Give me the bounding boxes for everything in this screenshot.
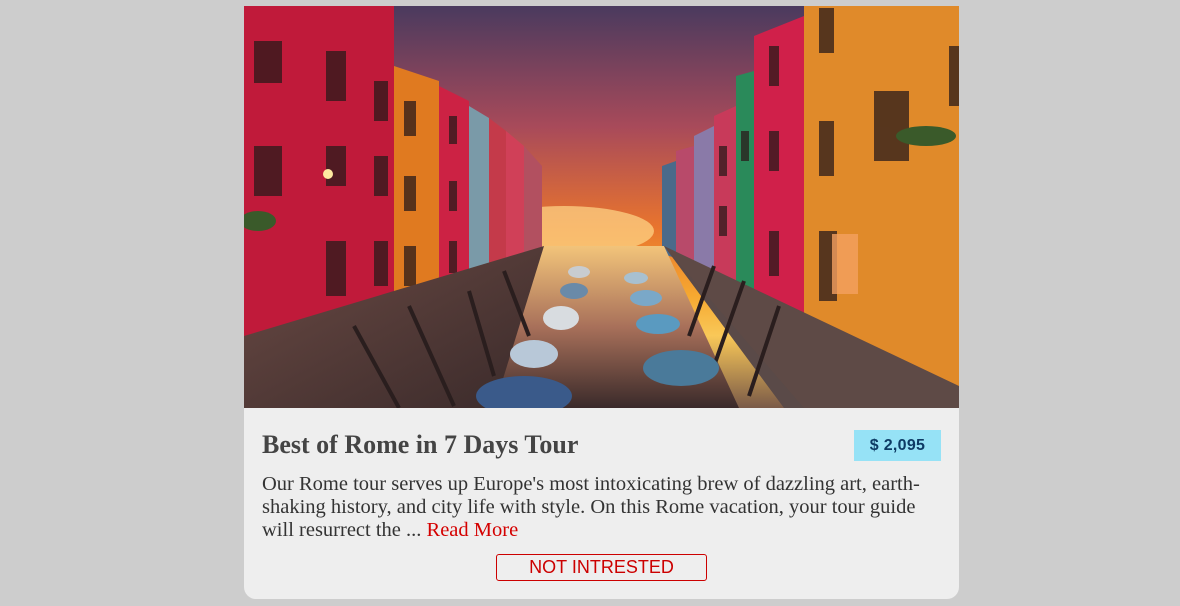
tour-card: Best of Rome in 7 Days Tour $ 2,095 Our …: [244, 6, 959, 599]
tour-description: Our Rome tour serves up Europe's most in…: [262, 473, 952, 542]
tour-title: Best of Rome in 7 Days Tour: [262, 430, 579, 459]
price-badge: $ 2,095: [854, 430, 941, 461]
read-more-link[interactable]: Read More: [427, 519, 519, 541]
description-text: Our Rome tour serves up Europe's most in…: [262, 473, 920, 541]
tour-hero-image: [244, 6, 959, 408]
not-interested-button[interactable]: NOT INTRESTED: [496, 554, 707, 581]
